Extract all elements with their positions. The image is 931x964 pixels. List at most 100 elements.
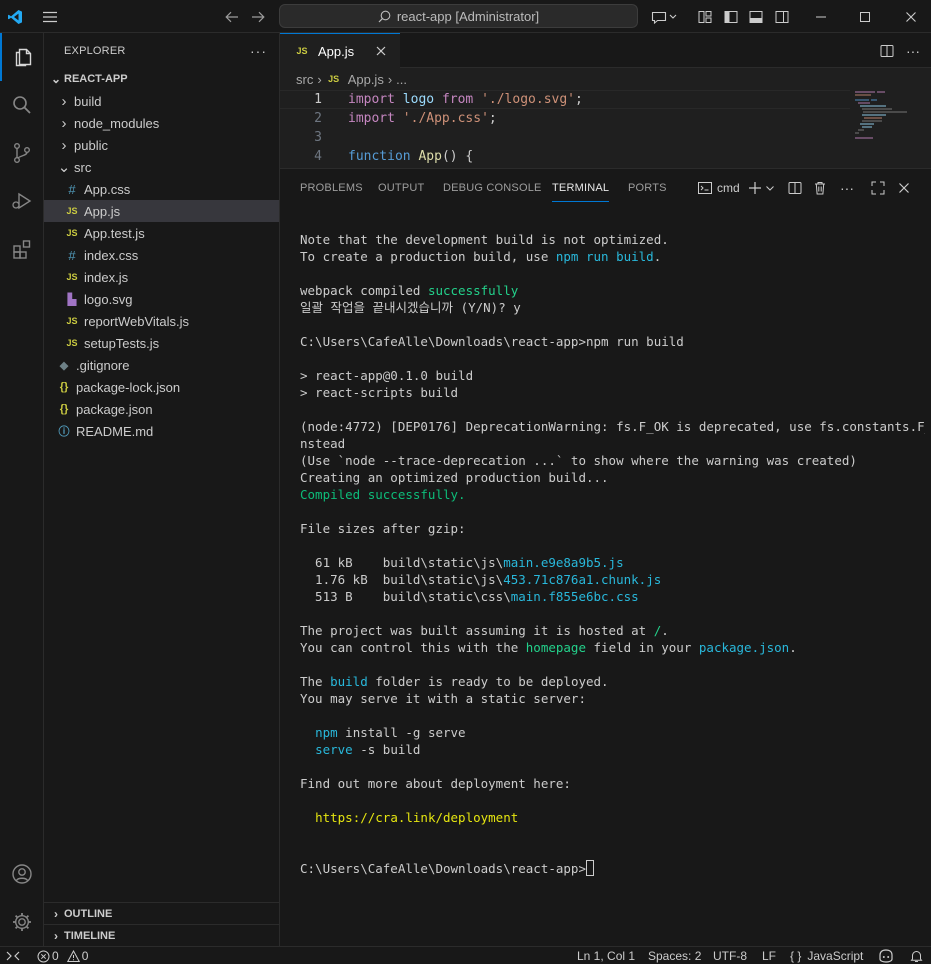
code-token: function: [348, 149, 411, 164]
tree-item-public[interactable]: › public: [44, 134, 279, 156]
chevron-right-icon: ›: [61, 114, 67, 132]
code-text: import logo from './logo.svg';: [348, 92, 583, 107]
terminal-text: 1.76 kB build\static\js\: [300, 572, 504, 587]
language-mode[interactable]: { } JavaScript: [790, 947, 863, 964]
terminal-shell-name: cmd: [717, 181, 740, 195]
code-line[interactable]: 1 import logo from './logo.svg';: [280, 90, 850, 109]
editor-more-actions-icon[interactable]: ···: [902, 33, 924, 68]
timeline-section[interactable]: › TIMELINE: [44, 924, 279, 946]
project-root[interactable]: ⌄ REACT-APP: [44, 68, 279, 90]
explorer-activity-icon[interactable]: [0, 33, 44, 81]
layout-sidebar-icon[interactable]: [720, 0, 742, 33]
minimize-window-icon[interactable]: [806, 0, 836, 33]
search-icon: [378, 10, 391, 22]
tree-item-logo-svg[interactable]: ▙ logo.svg: [44, 288, 279, 310]
code-line[interactable]: 2 import './App.css';: [280, 109, 850, 128]
split-editor-icon[interactable]: [876, 33, 898, 68]
minimap[interactable]: [855, 90, 915, 168]
tab-app-js[interactable]: JS App.js: [280, 33, 400, 68]
code-editor[interactable]: 1 import logo from './logo.svg'; 2 import '…: [280, 90, 931, 168]
layout-panel-icon[interactable]: [745, 0, 767, 33]
cursor-position[interactable]: Ln 1, Col 1: [577, 947, 635, 964]
terminal-line: > react-scripts build: [300, 384, 925, 401]
close-tab-icon[interactable]: [376, 44, 386, 59]
end-of-line[interactable]: LF: [762, 947, 776, 964]
tree-item-app-test-js[interactable]: JS App.test.js: [44, 222, 279, 244]
line-number: 3: [314, 130, 322, 145]
tree-item-label: build: [74, 93, 102, 109]
layout-secondary-sidebar-icon[interactable]: [771, 0, 793, 33]
tree-item-build[interactable]: › build: [44, 90, 279, 112]
manage-gear-icon[interactable]: [0, 898, 44, 946]
chevron-right-icon: ›: [54, 928, 58, 943]
run-and-debug-activity-icon[interactable]: [0, 177, 44, 225]
copilot-chat-icon[interactable]: [648, 0, 680, 33]
terminal-text: Compiled successfully.: [300, 487, 466, 502]
terminal-line: > react-app@0.1.0 build: [300, 367, 925, 384]
breadcrumb-folder[interactable]: src: [296, 72, 313, 87]
code-line[interactable]: 4 function App() {: [280, 147, 850, 166]
source-control-activity-icon[interactable]: [0, 129, 44, 177]
maximize-window-icon[interactable]: [850, 0, 880, 33]
tree-item-setuptests-js[interactable]: JS setupTests.js: [44, 332, 279, 354]
terminal-line: Compiled successfully.: [300, 486, 925, 503]
tree-item-package-lock-json[interactable]: {} package-lock.json: [44, 376, 279, 398]
terminal-output[interactable]: Note that the development build is not o…: [300, 197, 925, 877]
toggle-primary-sidebar-icon[interactable]: [694, 0, 716, 33]
accounts-activity-icon[interactable]: [0, 850, 44, 898]
terminal-text: 513 B build\static\css\: [300, 589, 511, 604]
terminal-line: webpack compiled successfully: [300, 282, 925, 299]
tree-item-app-css[interactable]: # App.css: [44, 178, 279, 200]
tree-item-readme-md[interactable]: ⓘ README.md: [44, 420, 279, 442]
terminal-text: C:\Users\CafeAlle\Downloads\react-app>np…: [300, 334, 684, 349]
menu-icon[interactable]: [36, 0, 64, 33]
notifications-bell-icon[interactable]: [910, 947, 923, 964]
encoding[interactable]: UTF-8: [713, 947, 747, 964]
tree-item-label: App.test.js: [84, 225, 145, 241]
explorer-title: EXPLORER: [64, 44, 126, 57]
forward-arrow-icon[interactable]: [246, 0, 270, 33]
terminal-line: Note that the development build is not o…: [300, 231, 925, 248]
more-actions-icon[interactable]: ···: [250, 43, 267, 59]
tree-item-index-css[interactable]: # index.css: [44, 244, 279, 266]
terminal-line: To create a production build, use npm ru…: [300, 248, 925, 265]
tree-item-node-modules[interactable]: › node_modules: [44, 112, 279, 134]
search-activity-icon[interactable]: [0, 81, 44, 129]
tree-item-reportwebvitals-js[interactable]: JS reportWebVitals.js: [44, 310, 279, 332]
copilot-icon[interactable]: [878, 947, 894, 964]
tree-item-label: node_modules: [74, 115, 160, 131]
tree-item-label: README.md: [76, 423, 154, 439]
explorer-header: EXPLORER ···: [44, 33, 279, 68]
tree-item-label: logo.svg: [84, 291, 133, 307]
tree-item-app-js[interactable]: JS App.js: [44, 200, 279, 222]
back-arrow-icon[interactable]: [220, 0, 244, 33]
command-center-search[interactable]: react-app [Administrator]: [279, 4, 638, 28]
tree-item-gitignore[interactable]: ◆ .gitignore: [44, 354, 279, 376]
code-line[interactable]: 3: [280, 128, 850, 147]
outline-section[interactable]: › OUTLINE: [44, 902, 279, 924]
breadcrumb-more[interactable]: ...: [396, 72, 407, 87]
tree-item-src[interactable]: ⌄ src: [44, 156, 279, 178]
terminal-text: .: [653, 249, 662, 264]
terminal-text: 61 kB build\static\js\: [300, 555, 504, 570]
terminal-text: The: [300, 674, 331, 689]
indentation[interactable]: Spaces: 2: [648, 947, 701, 964]
tree-item-index-js[interactable]: JS index.js: [44, 266, 279, 288]
remote-indicator-icon[interactable]: [6, 947, 20, 964]
terminal-text: To create a production build, use: [300, 249, 556, 264]
tree-item-package-json[interactable]: {} package.json: [44, 398, 279, 420]
problems-indicator[interactable]: 0 0: [37, 947, 88, 964]
tree-item-label: index.css: [84, 247, 139, 263]
extensions-activity-icon[interactable]: [0, 225, 44, 273]
close-window-icon[interactable]: [896, 0, 926, 33]
code-token: () {: [441, 149, 474, 164]
breadcrumb-file[interactable]: App.js: [348, 72, 384, 87]
